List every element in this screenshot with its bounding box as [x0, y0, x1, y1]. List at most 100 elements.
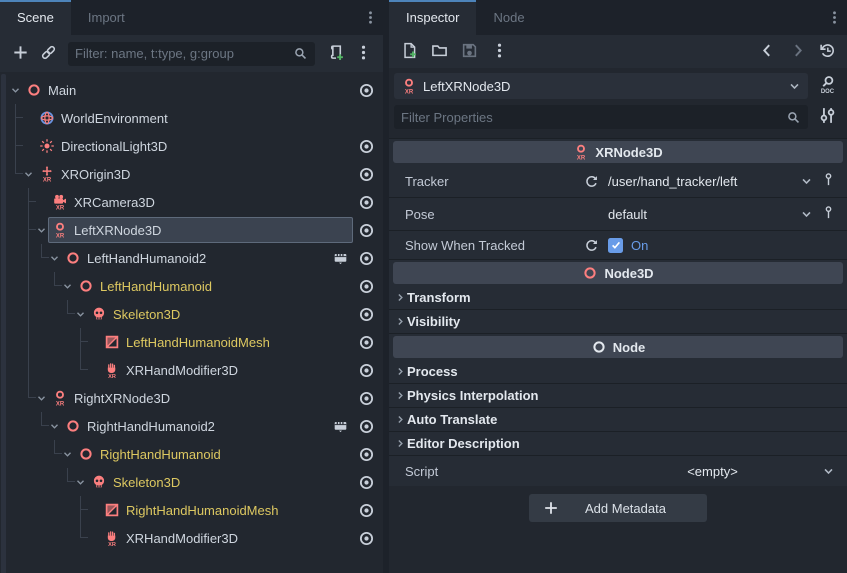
pose-value-dropdown[interactable]: default — [608, 207, 795, 222]
instanced-scene-icon[interactable] — [331, 417, 349, 435]
tree-item-body[interactable]: Skeleton3D — [87, 301, 353, 327]
tree-item-xrhandmodifier3d[interactable]: XRXRHandModifier3D — [0, 356, 383, 384]
tree-item-worldenvironment[interactable]: WorldEnvironment — [0, 104, 383, 132]
tree-item-body[interactable]: LeftHandHumanoid2 — [61, 245, 353, 271]
tree-item-body[interactable]: Main — [22, 77, 353, 103]
visibility-eye-icon[interactable] — [355, 443, 377, 465]
tree-item-righthandhumanoid[interactable]: RightHandHumanoid — [0, 440, 383, 468]
tree-item-main[interactable]: Main — [0, 76, 383, 104]
visibility-eye-icon[interactable] — [355, 303, 377, 325]
pin-value-button[interactable] — [817, 172, 839, 190]
tree-item-skeleton3d[interactable]: Skeleton3D — [0, 300, 383, 328]
tree-item-lefthandhumanoid2[interactable]: LeftHandHumanoid2 — [0, 244, 383, 272]
chevron-down-icon[interactable] — [795, 174, 817, 189]
tab-node[interactable]: Node — [476, 0, 541, 35]
tree-item-xrorigin3d[interactable]: XRXROrigin3D — [0, 160, 383, 188]
expand-arrow-icon[interactable] — [21, 160, 35, 188]
open-docs-button[interactable]: DOC — [813, 73, 841, 99]
tree-item-body[interactable]: Skeleton3D — [87, 469, 353, 495]
tree-item-body[interactable]: LeftHandHumanoid — [74, 273, 353, 299]
tree-item-body[interactable]: WorldEnvironment — [35, 105, 353, 131]
tree-item-xrcamera3d[interactable]: XRXRCamera3D — [0, 188, 383, 216]
tree-item-body[interactable]: LeftHandHumanoidMesh — [100, 329, 353, 355]
tree-item-leftxrnode3d[interactable]: XRLeftXRNode3D — [0, 216, 383, 244]
tab-import[interactable]: Import — [71, 0, 142, 35]
group-process[interactable]: Process — [389, 360, 847, 384]
history-back-button[interactable] — [755, 40, 779, 64]
tree-item-body[interactable]: XRLeftXRNode3D — [48, 217, 353, 243]
expand-arrow-icon[interactable] — [60, 272, 74, 300]
expand-arrow-icon[interactable] — [34, 384, 48, 412]
expand-arrow-icon[interactable] — [60, 440, 74, 468]
group-physics-interpolation[interactable]: Physics Interpolation — [389, 384, 847, 408]
new-resource-button[interactable] — [397, 40, 421, 64]
tree-item-body[interactable]: XRXRCamera3D — [48, 189, 353, 215]
script-value-dropdown[interactable]: <empty> — [608, 464, 817, 479]
tree-item-rightxrnode3d[interactable]: XRRightXRNode3D — [0, 384, 383, 412]
expand-arrow-icon[interactable] — [8, 76, 22, 104]
history-forward-button[interactable] — [785, 40, 809, 64]
show-when-tracked-checkbox[interactable] — [608, 238, 623, 253]
group-editor-description[interactable]: Editor Description — [389, 432, 847, 456]
scene-options-button[interactable] — [351, 42, 375, 66]
tree-item-body[interactable]: XRXROrigin3D — [35, 161, 353, 187]
visibility-eye-icon[interactable] — [355, 499, 377, 521]
add-node-button[interactable] — [8, 42, 32, 66]
tree-item-xrhandmodifier3d[interactable]: XRXRHandModifier3D — [0, 524, 383, 552]
tree-item-righthandhumanoidmesh[interactable]: RightHandHumanoidMesh — [0, 496, 383, 524]
visibility-eye-icon[interactable] — [355, 79, 377, 101]
group-visibility[interactable]: Visibility — [389, 310, 847, 334]
tree-item-righthandhumanoid2[interactable]: RightHandHumanoid2 — [0, 412, 383, 440]
visibility-eye-icon[interactable] — [355, 135, 377, 157]
tab-scene[interactable]: Scene — [0, 0, 71, 35]
tree-item-body[interactable]: XRXRHandModifier3D — [100, 357, 353, 383]
visibility-eye-icon[interactable] — [355, 415, 377, 437]
tree-item-lefthandhumanoidmesh[interactable]: LeftHandHumanoidMesh — [0, 328, 383, 356]
node-selector[interactable]: XR LeftXRNode3D — [394, 73, 808, 99]
expand-arrow-icon[interactable] — [47, 244, 61, 272]
scene-filter-input[interactable] — [75, 46, 287, 61]
tracker-value-dropdown[interactable]: /user/hand_tracker/left — [608, 174, 795, 189]
visibility-eye-icon[interactable] — [355, 191, 377, 213]
save-resource-button[interactable] — [457, 40, 481, 64]
resource-options-button[interactable] — [487, 40, 511, 64]
load-resource-button[interactable] — [427, 40, 451, 64]
group-transform[interactable]: Transform — [389, 286, 847, 310]
tree-item-skeleton3d[interactable]: Skeleton3D — [0, 468, 383, 496]
visibility-eye-icon[interactable] — [355, 471, 377, 493]
tree-item-body[interactable]: DirectionalLight3D — [35, 133, 353, 159]
group-auto-translate[interactable]: Auto Translate — [389, 408, 847, 432]
attach-script-button[interactable] — [323, 42, 347, 66]
add-metadata-button[interactable]: Add Metadata — [529, 494, 707, 522]
visibility-eye-icon[interactable] — [355, 527, 377, 549]
expand-arrow-icon[interactable] — [34, 216, 48, 244]
tree-item-body[interactable]: RightHandHumanoidMesh — [100, 497, 353, 523]
manage-properties-button[interactable] — [813, 104, 841, 130]
expand-arrow-icon[interactable] — [73, 468, 87, 496]
revert-icon[interactable] — [584, 238, 608, 253]
visibility-eye-icon[interactable] — [355, 387, 377, 409]
visibility-eye-icon[interactable] — [355, 359, 377, 381]
tree-item-body[interactable]: XRXRHandModifier3D — [100, 525, 353, 551]
tab-inspector[interactable]: Inspector — [389, 0, 476, 35]
chevron-down-icon[interactable] — [795, 207, 817, 222]
chevron-down-icon[interactable] — [817, 464, 839, 479]
visibility-eye-icon[interactable] — [355, 219, 377, 241]
tree-item-body[interactable]: RightHandHumanoid2 — [61, 413, 353, 439]
tree-item-body[interactable]: RightHandHumanoid — [74, 441, 353, 467]
instance-scene-button[interactable] — [36, 42, 60, 66]
visibility-eye-icon[interactable] — [355, 247, 377, 269]
revert-icon[interactable] — [584, 174, 608, 189]
instanced-scene-icon[interactable] — [331, 249, 349, 267]
scene-tab-menu-icon[interactable] — [361, 0, 379, 35]
property-filter-input[interactable] — [401, 110, 780, 125]
visibility-eye-icon[interactable] — [355, 331, 377, 353]
visibility-eye-icon[interactable] — [355, 275, 377, 297]
tree-item-body[interactable]: XRRightXRNode3D — [48, 385, 353, 411]
tree-item-directionallight3d[interactable]: DirectionalLight3D — [0, 132, 383, 160]
tree-item-lefthandhumanoid[interactable]: LeftHandHumanoid — [0, 272, 383, 300]
inspector-tab-menu-icon[interactable] — [825, 0, 843, 35]
expand-arrow-icon[interactable] — [47, 412, 61, 440]
history-button[interactable] — [815, 40, 839, 64]
visibility-eye-icon[interactable] — [355, 163, 377, 185]
